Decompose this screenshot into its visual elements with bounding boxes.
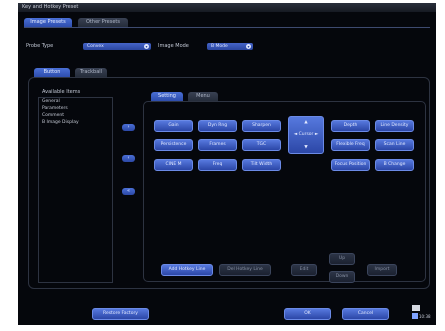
cursor-dpad[interactable]: ▲ ◄ Cursor ► ▼ <box>288 116 324 154</box>
key-depth[interactable]: Depth <box>331 120 370 132</box>
key-persistence[interactable]: Persistence <box>154 139 193 151</box>
edit-button[interactable]: Edit <box>291 264 317 276</box>
move-right-button[interactable]: › <box>122 124 135 131</box>
ok-button[interactable]: OK <box>284 308 331 320</box>
image-mode-label: Image Mode <box>158 43 189 49</box>
key-freq[interactable]: Freq <box>198 159 237 171</box>
add-hotkey-line-button[interactable]: Add Hotkey Line <box>161 264 213 276</box>
tab-button[interactable]: Button <box>34 68 70 77</box>
del-hotkey-line-button[interactable]: Del Hotkey Line <box>219 264 271 276</box>
available-items-list[interactable]: General Parameters Comment B Image Displ… <box>38 97 113 283</box>
move-left-button[interactable]: ‹ <box>122 155 135 162</box>
key-focus-position[interactable]: Focus Position <box>331 159 370 171</box>
key-tilt-width[interactable]: Tilt Width <box>242 159 281 171</box>
key-line-density[interactable]: Line Density <box>375 120 414 132</box>
probe-type-label: Probe Type <box>26 43 54 49</box>
list-item[interactable]: Parameters <box>39 105 112 112</box>
list-item[interactable]: General <box>39 98 112 105</box>
key-tgc[interactable]: TGC <box>242 139 281 151</box>
arrow-down-icon: ▼ <box>304 145 308 150</box>
key-gain[interactable]: Gain <box>154 120 193 132</box>
key-scan-line[interactable]: Scan Line <box>375 139 414 151</box>
key-flexible-freq[interactable]: Flexible Freq <box>331 139 370 151</box>
key-b-change[interactable]: B Change <box>375 159 414 171</box>
tab-divider <box>24 27 430 28</box>
window-title: Key and Hotkey Preset <box>22 4 79 10</box>
arrow-up-icon: ▲ <box>304 120 308 125</box>
screen: Key and Hotkey Preset Image Presets Othe… <box>0 0 445 331</box>
down-button[interactable]: Down <box>329 271 355 283</box>
tab-menu[interactable]: Menu <box>188 92 218 101</box>
tab-other-presets[interactable]: Other Presets <box>78 18 128 27</box>
clock: 10:38 <box>419 314 431 319</box>
key-dyn-rng[interactable]: Dyn Rng <box>198 120 237 132</box>
cursor-label: ◄ Cursor ► <box>293 132 319 137</box>
up-button[interactable]: Up <box>329 253 355 265</box>
tab-trackball[interactable]: Trackball <box>75 68 107 77</box>
tab-setting[interactable]: Setting <box>151 92 183 101</box>
list-item[interactable]: Comment <box>39 112 112 119</box>
network-icon <box>412 313 418 319</box>
image-mode-value: B Mode <box>211 44 228 49</box>
remove-all-button[interactable]: « <box>122 188 135 195</box>
image-mode-select[interactable]: B Mode ▾ <box>207 43 253 50</box>
available-items-heading: Available Items <box>42 89 81 95</box>
chevron-down-icon: ▾ <box>246 44 251 49</box>
import-button[interactable]: Import <box>367 264 397 276</box>
key-sharpen[interactable]: Sharpen <box>242 120 281 132</box>
key-frames[interactable]: Frames <box>198 139 237 151</box>
list-item[interactable]: B Image Display <box>39 119 112 126</box>
probe-type-value: Convex <box>87 44 104 49</box>
tab-image-presets[interactable]: Image Presets <box>24 18 72 27</box>
restore-factory-button[interactable]: Restore Factory <box>92 308 149 320</box>
preset-window: Key and Hotkey Preset Image Presets Othe… <box>18 3 436 325</box>
cancel-button[interactable]: Cancel <box>342 308 389 320</box>
keyboard-icon <box>412 305 420 311</box>
key-cine-m[interactable]: CINE M <box>154 159 193 171</box>
chevron-down-icon: ▾ <box>144 44 149 49</box>
title-bar: Key and Hotkey Preset <box>18 3 436 12</box>
system-tray: 10:38 <box>410 303 431 323</box>
probe-type-select[interactable]: Convex ▾ <box>83 43 151 50</box>
